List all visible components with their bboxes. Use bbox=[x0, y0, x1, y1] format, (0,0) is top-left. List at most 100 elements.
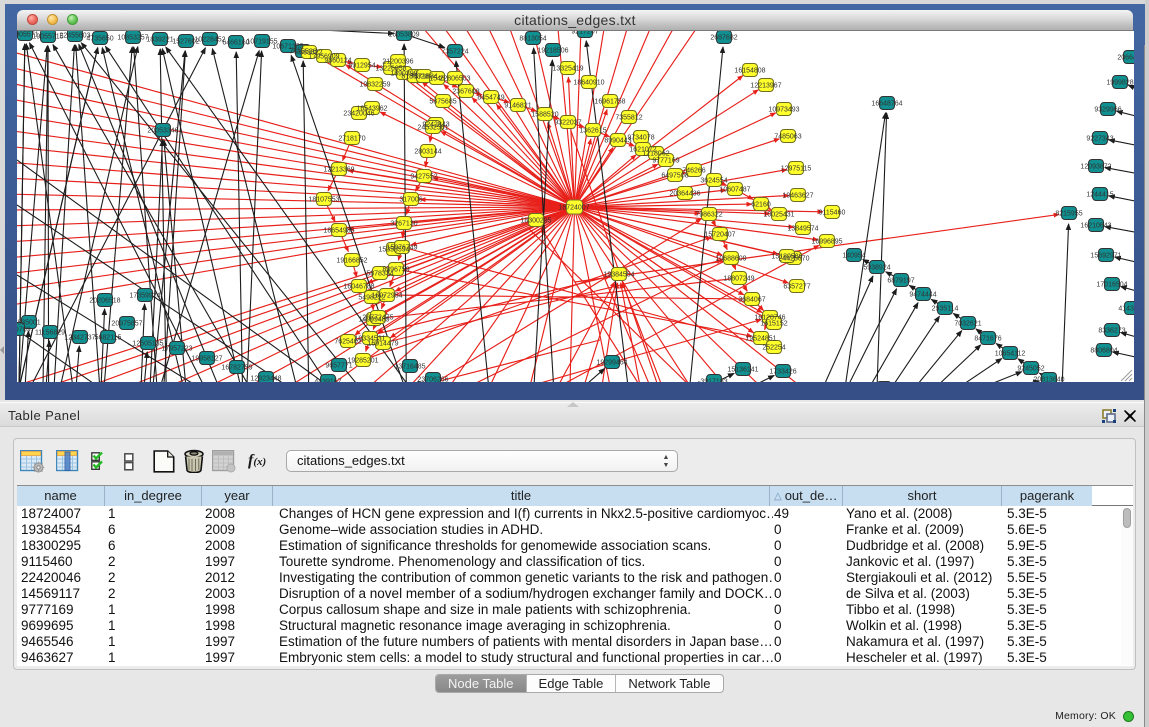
svg-text:3684067: 3684067 bbox=[738, 297, 765, 304]
svg-text:252254: 252254 bbox=[762, 345, 785, 352]
svg-text:9217207: 9217207 bbox=[571, 31, 598, 36]
svg-text:8336273: 8336273 bbox=[1098, 328, 1125, 335]
svg-text:20772475: 20772475 bbox=[362, 315, 393, 322]
svg-text:20053346: 20053346 bbox=[147, 128, 178, 135]
svg-text:21200396: 21200396 bbox=[382, 59, 413, 66]
svg-text:4735650: 4735650 bbox=[86, 36, 113, 43]
svg-text:8471676: 8471676 bbox=[974, 336, 1001, 343]
svg-text:15720407: 15720407 bbox=[704, 232, 735, 239]
svg-text:1218062: 1218062 bbox=[642, 151, 669, 158]
svg-text:5938924: 5938924 bbox=[863, 265, 890, 272]
svg-text:12342737: 12342737 bbox=[64, 335, 95, 342]
svg-text:19524851: 19524851 bbox=[745, 336, 776, 343]
svg-text:13716485: 13716485 bbox=[394, 364, 425, 371]
svg-text:19299464: 19299464 bbox=[596, 360, 627, 367]
svg-text:9427552: 9427552 bbox=[410, 174, 437, 181]
svg-text:1615152: 1615152 bbox=[760, 321, 787, 328]
svg-text:19166852: 19166852 bbox=[336, 258, 367, 265]
svg-text:6357277: 6357277 bbox=[783, 284, 810, 291]
svg-text:10654112: 10654112 bbox=[995, 351, 1026, 358]
svg-text:8813054: 8813054 bbox=[519, 36, 546, 43]
svg-text:12923448: 12923448 bbox=[250, 376, 281, 383]
svg-text:7986322: 7986322 bbox=[695, 212, 722, 219]
svg-text:19218506: 19218506 bbox=[537, 48, 568, 55]
svg-text:19958127: 19958127 bbox=[191, 356, 222, 363]
svg-text:4439167: 4439167 bbox=[314, 379, 341, 383]
svg-text:9227343: 9227343 bbox=[1086, 136, 1113, 143]
svg-text:9115460: 9115460 bbox=[819, 210, 846, 217]
svg-text:8806804: 8806804 bbox=[1090, 348, 1117, 355]
svg-text:10228452: 10228452 bbox=[194, 37, 225, 44]
svg-text:18654985: 18654985 bbox=[323, 228, 354, 235]
svg-text:16053809: 16053809 bbox=[388, 32, 419, 39]
svg-text:140954: 140954 bbox=[842, 253, 865, 260]
svg-text:7485063: 7485063 bbox=[774, 134, 801, 141]
svg-text:18107553: 18107553 bbox=[308, 197, 339, 204]
svg-text:2803144: 2803144 bbox=[414, 149, 441, 156]
svg-text:1588520: 1588520 bbox=[531, 112, 558, 119]
svg-text:10607487: 10607487 bbox=[719, 187, 750, 194]
svg-text:1244415: 1244415 bbox=[1086, 192, 1113, 199]
svg-text:1999828: 1999828 bbox=[1106, 80, 1133, 87]
svg-text:16046788: 16046788 bbox=[343, 284, 374, 291]
svg-text:18724007: 18724007 bbox=[558, 205, 589, 212]
svg-text:2066449: 2066449 bbox=[1117, 55, 1134, 62]
svg-text:1839221: 1839221 bbox=[146, 37, 173, 44]
svg-text:19832259: 19832259 bbox=[359, 82, 390, 89]
svg-text:16996895: 16996895 bbox=[811, 239, 842, 246]
svg-text:8489709: 8489709 bbox=[17, 327, 31, 334]
svg-text:18300295: 18300295 bbox=[520, 218, 551, 225]
svg-text:10973493: 10973493 bbox=[768, 107, 799, 114]
svg-text:2367608: 2367608 bbox=[452, 89, 479, 96]
svg-text:16072954: 16072954 bbox=[371, 293, 402, 300]
svg-text:8912954: 8912954 bbox=[348, 63, 375, 70]
svg-text:2718170: 2718170 bbox=[338, 136, 365, 143]
svg-text:62160: 62160 bbox=[751, 202, 771, 209]
svg-text:9146821: 9146821 bbox=[504, 103, 531, 110]
svg-text:24532561: 24532561 bbox=[417, 125, 448, 132]
svg-text:7032621: 7032621 bbox=[954, 321, 981, 328]
svg-text:9734078: 9734078 bbox=[627, 135, 654, 142]
svg-text:9777169: 9777169 bbox=[652, 158, 679, 165]
svg-text:5682115: 5682115 bbox=[95, 335, 122, 342]
svg-text:746266: 746266 bbox=[682, 168, 705, 175]
svg-text:9474444: 9474444 bbox=[909, 292, 936, 299]
svg-text:2935114: 2935114 bbox=[932, 306, 959, 313]
svg-text:6879197: 6879197 bbox=[887, 278, 914, 285]
svg-text:23420046: 23420046 bbox=[343, 111, 374, 118]
svg-text:16210643: 16210643 bbox=[1080, 223, 1111, 230]
svg-text:23706266: 23706266 bbox=[417, 377, 448, 383]
svg-text:1733426: 1733426 bbox=[769, 369, 796, 376]
svg-text:16782759: 16782759 bbox=[221, 365, 252, 372]
svg-text:8396759: 8396759 bbox=[382, 267, 409, 274]
svg-text:3267130: 3267130 bbox=[390, 221, 417, 228]
svg-text:3917183: 3917183 bbox=[700, 379, 727, 383]
svg-text:20364436: 20364436 bbox=[669, 191, 700, 198]
svg-text:19463627: 19463627 bbox=[782, 193, 813, 200]
svg-text:13849574: 13849574 bbox=[787, 226, 818, 233]
svg-text:10853257: 10853257 bbox=[117, 35, 148, 42]
svg-text:15076749: 15076749 bbox=[386, 245, 417, 252]
svg-text:18640910: 18640910 bbox=[573, 80, 604, 87]
svg-text:15180586: 15180586 bbox=[771, 254, 802, 261]
svg-text:18807249: 18807249 bbox=[723, 276, 754, 283]
svg-text:11156829: 11156829 bbox=[35, 330, 65, 337]
svg-text:1362615: 1362615 bbox=[579, 128, 606, 135]
svg-text:17957223: 17957223 bbox=[161, 346, 192, 353]
svg-text:22806503: 22806503 bbox=[439, 76, 470, 83]
svg-text:12093872: 12093872 bbox=[1080, 164, 1111, 171]
svg-text:9322037: 9322037 bbox=[554, 120, 581, 127]
svg-text:12213369: 12213369 bbox=[323, 167, 354, 174]
svg-text:16154808: 16154808 bbox=[734, 68, 765, 75]
svg-text:16648764: 16648764 bbox=[871, 101, 902, 108]
svg-text:20813640: 20813640 bbox=[1033, 377, 1064, 383]
svg-text:12505135: 12505135 bbox=[132, 341, 163, 348]
svg-text:15692971: 15692971 bbox=[1090, 253, 1121, 260]
svg-text:12213967: 12213967 bbox=[750, 83, 781, 90]
svg-text:8215955: 8215955 bbox=[1055, 211, 1082, 218]
svg-text:12975115: 12975115 bbox=[781, 166, 812, 173]
svg-text:10688609: 10688609 bbox=[715, 256, 746, 263]
svg-text:19384554: 19384554 bbox=[603, 272, 634, 279]
svg-text:20975857: 20975857 bbox=[111, 321, 142, 328]
svg-text:10334531: 10334531 bbox=[354, 336, 385, 343]
